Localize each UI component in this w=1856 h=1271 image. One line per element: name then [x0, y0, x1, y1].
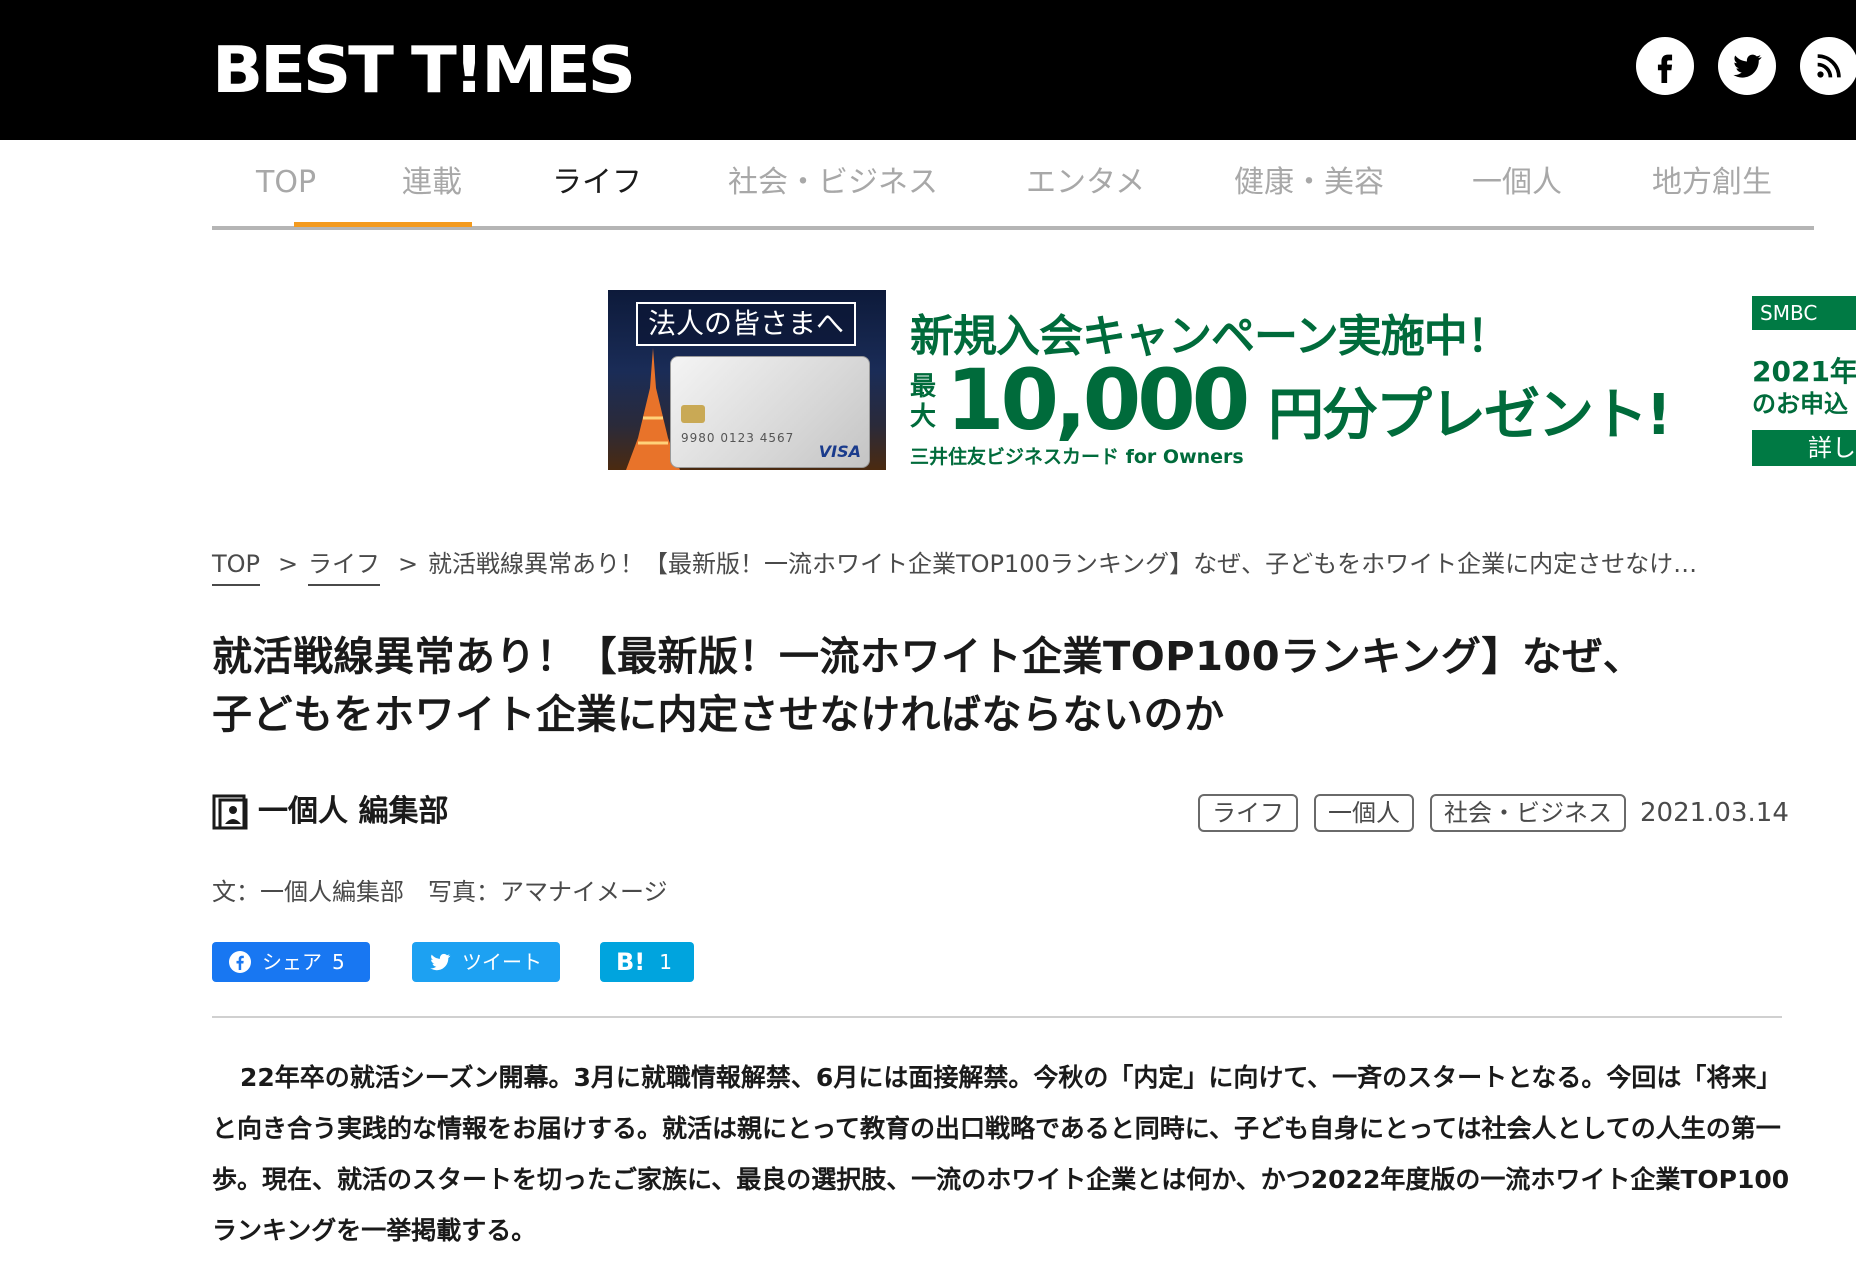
ad-prefix: 最大 — [910, 372, 937, 432]
ad-suffix: 円分プレゼント! — [1268, 383, 1672, 448]
divider — [212, 1016, 1782, 1018]
rss-link[interactable] — [1800, 37, 1856, 95]
visa-logo: VISA — [818, 442, 861, 461]
breadcrumb-separator: > — [278, 550, 299, 578]
twitter-icon — [1733, 54, 1762, 78]
nav-item-top[interactable]: TOP — [256, 140, 316, 226]
facebook-icon — [229, 951, 251, 973]
ad-right-panel: SMBC 2021年 のお申込 詳し — [1752, 296, 1856, 466]
ad-photo-title: 法人の皆さまへ — [636, 302, 856, 346]
card-chip-icon — [681, 405, 705, 423]
nav-item-life[interactable]: ライフ — [552, 140, 642, 226]
site-header: BEST T!MES — [0, 0, 1856, 140]
ad-banner[interactable]: 法人の皆さまへ 9980 0123 4567 VISA 新規入会キャンペーン実施… — [608, 290, 1856, 470]
tag-society-business[interactable]: 社会・ビジネス — [1430, 794, 1626, 832]
nav-item-entertainment[interactable]: エンタメ — [1026, 140, 1145, 226]
nav-active-indicator — [294, 222, 472, 227]
nav-item-regional[interactable]: 地方創生 — [1652, 140, 1772, 226]
ad-apply-text: のお申込 — [1752, 390, 1848, 418]
article-lead: 22年卒の就活シーズン開幕。3月に就職情報解禁、6月には面接解禁。今秋の「内定」… — [212, 1063, 1790, 1245]
author-name[interactable]: 一個人 編集部 — [258, 792, 448, 832]
ad-photo: 法人の皆さまへ 9980 0123 4567 VISA — [608, 290, 886, 470]
nav-item-health-beauty[interactable]: 健康・美容 — [1234, 140, 1384, 226]
hatena-bookmark-button[interactable]: B! 1 — [600, 942, 694, 982]
breadcrumb-separator: > — [398, 550, 419, 578]
publish-date: 2021.03.14 — [1640, 798, 1789, 828]
nav-item-ikkojin[interactable]: 一個人 — [1472, 140, 1562, 226]
twitter-link[interactable] — [1718, 37, 1776, 95]
ad-subline: 三井住友ビジネスカード for Owners — [910, 446, 1244, 468]
ad-details-button[interactable]: 詳し — [1752, 430, 1856, 466]
breadcrumb-current: 就活戦線異常あり！【最新版！一流ホワイト企業TOP100ランキング】なぜ、子ども… — [428, 550, 1698, 578]
nav-item-series[interactable]: 連載 — [402, 140, 462, 226]
card-number: 9980 0123 4567 — [681, 431, 795, 445]
facebook-share-count: 5 — [332, 950, 345, 974]
tag-ikkojin[interactable]: 一個人 — [1314, 794, 1414, 832]
breadcrumb-life[interactable]: ライフ — [308, 548, 380, 586]
credit-card-image: 9980 0123 4567 VISA — [670, 356, 870, 468]
hatena-icon: B! — [616, 948, 646, 976]
nav-item-society-business[interactable]: 社会・ビジネス — [728, 140, 938, 226]
hatena-count: 1 — [659, 950, 672, 974]
ad-amount: 10,000 — [946, 351, 1250, 449]
smbc-logo: SMBC — [1752, 296, 1856, 330]
facebook-share-button[interactable]: シェア 5 — [212, 942, 370, 982]
rss-icon — [1817, 54, 1841, 78]
article-credit: 文：一個人編集部 写真：アマナイメージ — [212, 878, 668, 906]
site-logo[interactable]: BEST T!MES — [212, 34, 636, 108]
tweet-button[interactable]: ツイート — [412, 942, 560, 982]
breadcrumb-top[interactable]: TOP — [212, 548, 261, 586]
twitter-icon — [430, 953, 451, 971]
tag-life[interactable]: ライフ — [1198, 794, 1298, 832]
article-title: 就活戦線異常あり！【最新版！一流ホワイト企業TOP100ランキング】なぜ、 子ど… — [212, 634, 1644, 738]
facebook-icon — [1657, 54, 1673, 83]
facebook-link[interactable] — [1636, 37, 1694, 95]
author-icon — [212, 794, 248, 830]
category-nav: TOP 連載 ライフ 社会・ビジネス エンタメ 健康・美容 一個人 地方創生 — [212, 140, 1814, 230]
